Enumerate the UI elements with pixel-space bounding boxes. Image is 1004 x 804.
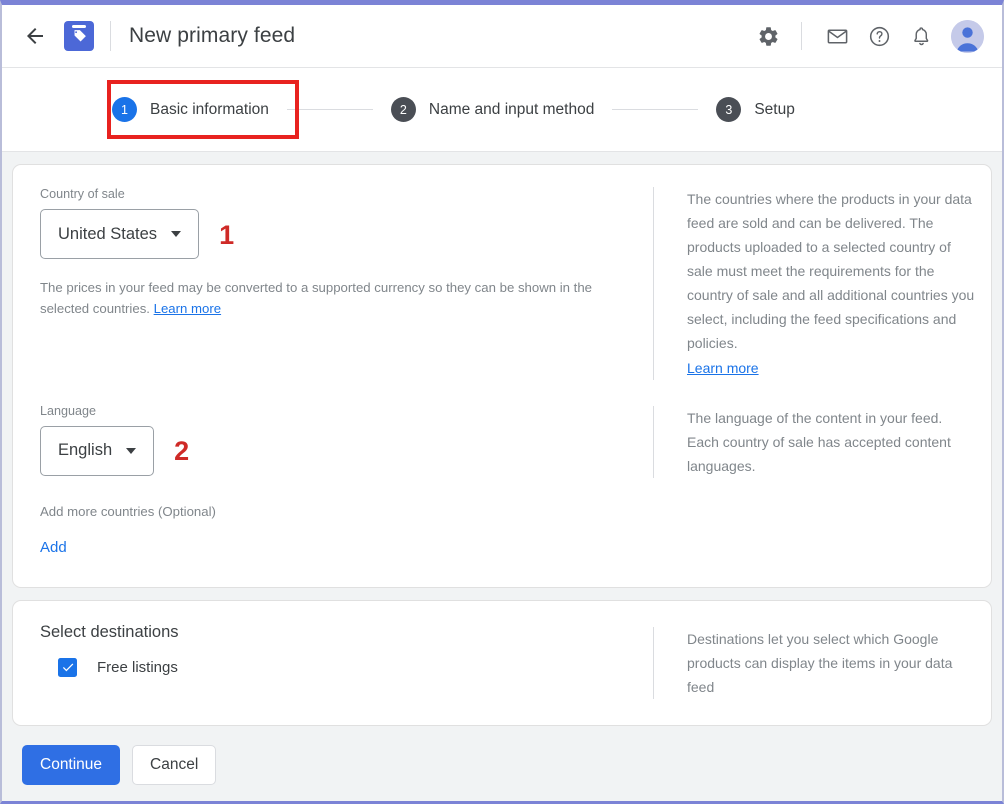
basic-information-card: Country of sale United States 1 The pric…	[12, 164, 992, 588]
language-value: English	[58, 441, 113, 460]
basic-information-help-panel: The countries where the products in your…	[653, 165, 991, 587]
step-3-label: Setup	[754, 100, 795, 118]
page-title: New primary feed	[129, 24, 296, 47]
app-window: New primary feed 1 Basic information 2 N…	[0, 0, 1004, 804]
step-connector-2	[612, 109, 699, 110]
chevron-down-icon	[126, 447, 137, 454]
country-help-block: The countries where the products in your…	[653, 187, 977, 380]
country-of-sale-value: United States	[58, 224, 158, 243]
country-help-text: The countries where the products in your…	[687, 191, 975, 352]
form-spacer	[40, 320, 653, 404]
destinations-help-text: Destinations let you select which Google…	[687, 630, 953, 695]
content-area: Country of sale United States 1 The pric…	[2, 152, 1002, 785]
language-help-block: The language of the content in your feed…	[653, 405, 977, 478]
annotation-number-1: 1	[219, 219, 235, 250]
gear-icon[interactable]	[748, 16, 788, 56]
header-divider	[110, 21, 111, 51]
language-label: Language	[40, 403, 97, 418]
step-1-label: Basic information	[150, 100, 269, 118]
step-setup[interactable]: 3 Setup	[716, 97, 795, 122]
step-1-circle: 1	[112, 97, 137, 122]
destinations-help-panel: Destinations let you select which Google…	[653, 601, 991, 725]
wizard-footer: Continue Cancel	[12, 726, 992, 785]
app-header: New primary feed	[2, 5, 1002, 68]
logo-strip	[72, 25, 86, 28]
language-help-text: The language of the content in your feed…	[687, 409, 951, 474]
basic-information-form: Country of sale United States 1 The pric…	[13, 165, 653, 587]
wizard-stepper: 1 Basic information 2 Name and input met…	[2, 68, 1002, 152]
mail-icon[interactable]	[817, 16, 857, 56]
continue-button[interactable]: Continue	[22, 744, 121, 785]
free-listings-label: Free listings	[97, 658, 178, 676]
user-avatar[interactable]	[951, 19, 984, 53]
select-destinations-title: Select destinations	[40, 622, 179, 641]
chevron-down-icon	[171, 231, 182, 237]
add-more-countries-label: Add more countries (Optional)	[40, 503, 216, 519]
help-icon[interactable]	[859, 16, 899, 56]
merchant-center-tag-icon	[64, 21, 94, 51]
country-of-sale-row: United States 1	[40, 209, 653, 259]
add-countries-link[interactable]: Add	[40, 539, 67, 556]
free-listings-row[interactable]: Free listings	[58, 657, 653, 677]
country-help-learn-more-link[interactable]: Learn more	[687, 360, 759, 376]
destinations-form: Select destinations Free listings	[13, 601, 653, 725]
step-connector-1	[286, 109, 373, 110]
step-2-circle: 2	[390, 97, 416, 122]
cancel-button[interactable]: Cancel	[132, 744, 217, 785]
country-of-sale-select[interactable]: United States	[40, 209, 200, 259]
step-2-label: Name and input method	[428, 100, 595, 118]
free-listings-checkbox[interactable]	[58, 657, 77, 677]
language-row: English 2	[40, 425, 653, 476]
destinations-help-block: Destinations let you select which Google…	[653, 626, 977, 699]
country-helper-text: The prices in your feed may be converted…	[40, 277, 640, 320]
header-icon-separator	[801, 22, 802, 50]
country-helper-learn-more-link[interactable]: Learn more	[154, 301, 221, 316]
country-of-sale-label: Country of sale	[40, 187, 125, 201]
language-select[interactable]: English	[40, 425, 155, 476]
country-helper-prefix: The prices in your feed may be converted…	[40, 280, 592, 317]
back-arrow-icon[interactable]	[16, 17, 54, 55]
bell-icon[interactable]	[901, 16, 941, 56]
step-name-and-input-method[interactable]: 2 Name and input method	[390, 97, 595, 122]
step-basic-information[interactable]: 1 Basic information	[112, 97, 269, 122]
annotation-number-2: 2	[174, 436, 190, 467]
add-link-wrapper: Add	[40, 539, 653, 587]
select-destinations-card: Select destinations Free listings Destin…	[12, 599, 992, 726]
step-3-circle: 3	[716, 97, 742, 122]
